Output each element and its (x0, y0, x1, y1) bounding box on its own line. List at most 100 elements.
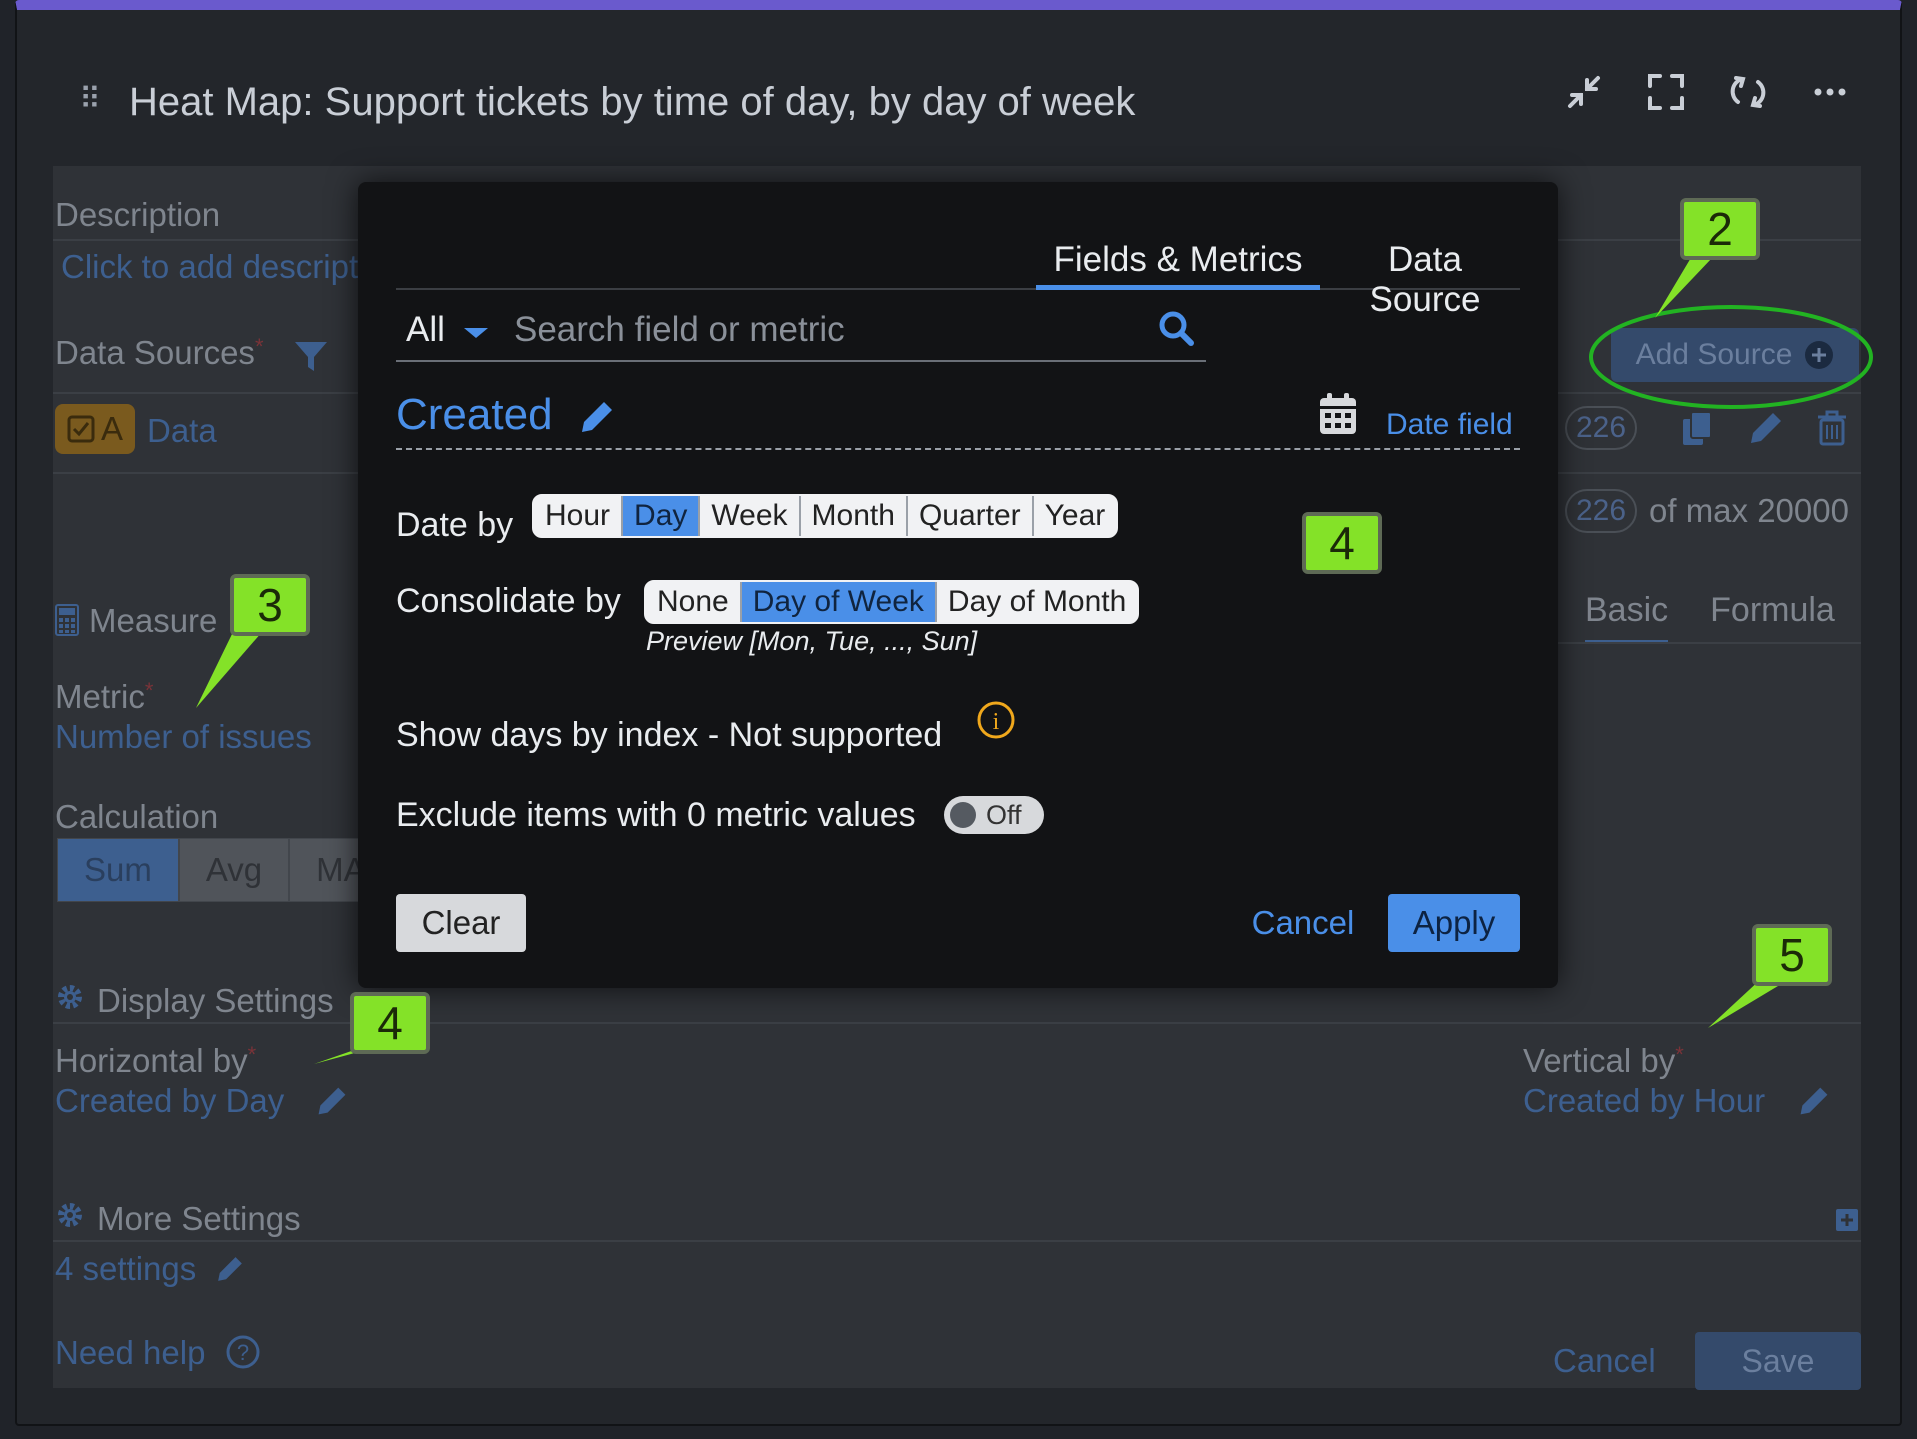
consolidate-day-of-week-button[interactable]: Day of Week (741, 582, 937, 622)
source-badge-letter: A (100, 410, 123, 447)
tab-basic[interactable]: Basic (1585, 591, 1669, 644)
trash-icon[interactable] (1815, 409, 1849, 447)
drag-handle-icon[interactable]: ⠿ (79, 82, 101, 117)
field-type-label: Date field (1386, 408, 1513, 441)
source-name-link[interactable]: Data (147, 412, 217, 450)
calc-avg-button[interactable]: Avg (178, 838, 290, 902)
toggle-knob (950, 802, 976, 828)
need-help-link[interactable]: Need help (55, 1334, 205, 1372)
pencil-icon[interactable] (578, 398, 616, 436)
tab-formula[interactable]: Formula (1710, 591, 1835, 644)
svg-text:i: i (993, 709, 1000, 735)
edit-icon[interactable] (1797, 1084, 1831, 1118)
bg-cancel-button[interactable]: Cancel (1553, 1342, 1656, 1380)
edit-icon[interactable] (215, 1254, 245, 1284)
consolidate-none-button[interactable]: None (646, 582, 742, 622)
callout-3: 3 (230, 574, 310, 636)
copy-icon[interactable] (1679, 409, 1715, 449)
date-by-week-button[interactable]: Week (700, 496, 801, 536)
selected-field-row: Created Date field (396, 390, 1520, 450)
clear-button[interactable]: Clear (396, 894, 526, 952)
limit-count-badge: 226 (1565, 489, 1637, 533)
info-icon[interactable]: i (976, 700, 1016, 740)
date-by-segmented: Hour Day Week Month Quarter Year (532, 494, 1119, 538)
date-by-hour-button[interactable]: Hour (534, 496, 624, 536)
gear-icon (58, 1203, 82, 1227)
fullscreen-icon[interactable] (1646, 72, 1686, 112)
exclude-zero-toggle[interactable]: Off (944, 796, 1044, 834)
divider (53, 1240, 1861, 1242)
calendar-icon (1320, 393, 1356, 434)
expand-plus-icon[interactable] (1835, 1208, 1859, 1232)
description-label: Description (55, 196, 221, 233)
add-source-button[interactable]: Add Source (1611, 328, 1859, 382)
edit-icon[interactable] (315, 1084, 349, 1118)
limit-text: of max 20000 (1649, 492, 1849, 529)
toggle-state-label: Off (986, 799, 1022, 830)
horizontal-label: Horizontal by* (55, 1042, 257, 1079)
collapse-icon[interactable] (1564, 72, 1604, 112)
save-button[interactable]: Save (1695, 1332, 1861, 1390)
help-circle-icon[interactable]: ? (225, 1334, 261, 1370)
date-by-day-button[interactable]: Day (623, 496, 701, 536)
modal-tabs: Fields & Metrics Data Source (396, 232, 1520, 319)
gadget-header: ⠿ Heat Map: Support tickets by time of d… (17, 10, 1900, 165)
description-placeholder-link[interactable]: Click to add descripti (61, 248, 365, 286)
date-by-year-button[interactable]: Year (1033, 496, 1117, 536)
gear-icon (58, 985, 82, 1009)
calc-sum-button[interactable]: Sum (57, 838, 179, 902)
search-icon[interactable] (1156, 308, 1196, 348)
gadget-title: Heat Map: Support tickets by time of day… (129, 80, 1136, 124)
more-icon[interactable] (1810, 72, 1850, 112)
field-config-modal: Fields & Metrics Data Source All Created… (358, 182, 1558, 988)
tab-data-source[interactable]: Data Source (1330, 232, 1520, 319)
add-source-label: Add Source (1635, 338, 1793, 371)
filter-dropdown[interactable]: All (406, 310, 445, 350)
header-actions (1564, 72, 1850, 112)
svg-text:?: ? (237, 1340, 249, 1365)
source-count-badge: 226 (1565, 406, 1637, 450)
calculator-icon (55, 604, 79, 636)
horizontal-value-link[interactable]: Created by Day (55, 1082, 284, 1120)
callout-4-display: 4 (350, 992, 430, 1054)
search-input[interactable] (514, 308, 1134, 352)
more-settings-label: More Settings (97, 1200, 301, 1237)
callout-2: 2 (1680, 198, 1760, 260)
date-by-quarter-button[interactable]: Quarter (907, 496, 1034, 536)
vertical-label: Vertical by* (1523, 1042, 1684, 1079)
search-row: All (396, 300, 1206, 362)
tab-fields-metrics[interactable]: Fields & Metrics (1036, 232, 1320, 290)
filter-icon[interactable] (293, 340, 329, 374)
date-by-label: Date by (396, 506, 514, 544)
display-settings-label: Display Settings (97, 982, 334, 1019)
cancel-button[interactable]: Cancel (1238, 894, 1368, 952)
callout-4-modal: 4 (1302, 512, 1382, 574)
date-by-month-button[interactable]: Month (800, 496, 908, 536)
consolidate-preview: Preview [Mon, Tue, ..., Sun] (646, 626, 978, 656)
metric-label: Metric* (55, 678, 154, 715)
consolidate-by-label: Consolidate by (396, 582, 621, 620)
calculation-label: Calculation (55, 798, 219, 835)
show-days-label: Show days by index - Not supported (396, 716, 943, 754)
vertical-value-link[interactable]: Created by Hour (1523, 1082, 1765, 1120)
data-sources-label: Data Sources* (55, 334, 264, 371)
exclude-zero-label: Exclude items with 0 metric values (396, 796, 916, 834)
edit-icon[interactable] (1747, 409, 1785, 447)
not-supported-note: - Not supported (707, 716, 943, 754)
plus-circle-icon (1805, 341, 1834, 369)
consolidate-by-segmented: None Day of Week Day of Month (644, 580, 1140, 624)
metric-value-link[interactable]: Number of issues (55, 718, 312, 756)
more-settings-value-link[interactable]: 4 settings (55, 1250, 196, 1288)
measure-label: Measure (89, 602, 218, 639)
refresh-icon[interactable] (1728, 72, 1768, 112)
caret-down-icon[interactable] (464, 328, 488, 338)
measure-tabs: Basic Formula (1585, 591, 1835, 644)
source-badge[interactable]: A (55, 404, 135, 454)
checkbox-checked-icon (67, 415, 95, 443)
field-name: Created (396, 390, 553, 439)
calculation-options: Sum Avg MA (57, 838, 393, 902)
consolidate-day-of-month-button[interactable]: Day of Month (936, 582, 1138, 622)
apply-button[interactable]: Apply (1388, 894, 1520, 952)
callout-5: 5 (1752, 924, 1832, 986)
divider (53, 1022, 1861, 1024)
